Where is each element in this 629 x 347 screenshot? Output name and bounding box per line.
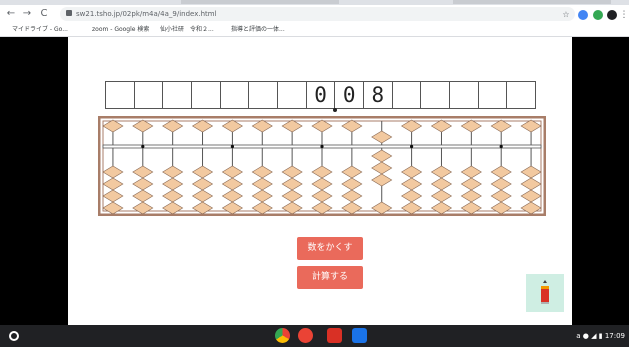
pencil-button[interactable] bbox=[526, 274, 564, 312]
digit-cell bbox=[249, 82, 279, 108]
tray-icons: a ● ◢ ▮ bbox=[576, 332, 605, 340]
digit-cell bbox=[106, 82, 135, 108]
tab[interactable] bbox=[453, 0, 611, 4]
unit-dot bbox=[499, 144, 503, 149]
digit-cell bbox=[135, 82, 164, 108]
address-bar[interactable]: sw21.tsho.jp/02pk/m4a/4a_9/index.html bbox=[60, 7, 575, 21]
unit-dot bbox=[141, 144, 145, 149]
site-icon bbox=[152, 26, 158, 32]
google-icon bbox=[84, 26, 90, 32]
web-page: 008 数をかくす 計算する bbox=[68, 37, 572, 325]
app-icon[interactable] bbox=[327, 328, 342, 343]
extension-icon[interactable] bbox=[578, 10, 588, 20]
digit-cell bbox=[450, 82, 479, 108]
browser-toolbar: ← → C sw21.tsho.jp/02pk/m4a/4a_9/index.h… bbox=[0, 5, 629, 23]
digit-cell bbox=[507, 82, 535, 108]
digit-cell bbox=[278, 82, 307, 108]
hide-number-button[interactable]: 数をかくす bbox=[297, 237, 363, 260]
digit-cell bbox=[221, 82, 250, 108]
digit-cell: 8 bbox=[364, 82, 393, 108]
bookmark[interactable]: 令和２... bbox=[190, 23, 214, 36]
os-shelf: a ● ◢ ▮ 17:09 bbox=[0, 325, 629, 347]
screencast-icon[interactable] bbox=[298, 328, 313, 343]
clock: 17:09 bbox=[604, 332, 625, 340]
bookmarks-bar: マイドライブ - Go... zoom - Google 検索 仙小社研 令和２… bbox=[0, 23, 629, 37]
number-display: 008 bbox=[105, 81, 536, 109]
doc-icon bbox=[223, 26, 229, 32]
reload-button[interactable]: C bbox=[37, 7, 51, 21]
digit-cell bbox=[163, 82, 193, 108]
extensions-puzzle-icon[interactable] bbox=[607, 10, 617, 20]
digit-cell bbox=[479, 82, 508, 108]
menu-kebab-icon[interactable]: ⋮ bbox=[619, 10, 629, 20]
status-tray[interactable]: a ● ◢ ▮ 17:09 bbox=[576, 325, 625, 347]
app-icon[interactable] bbox=[352, 328, 367, 343]
extension-icon[interactable] bbox=[593, 10, 603, 20]
digit-cell bbox=[192, 82, 221, 108]
unit-dot bbox=[230, 144, 234, 149]
unit-dot bbox=[320, 144, 324, 149]
drive-icon bbox=[4, 26, 10, 32]
unit-pointer bbox=[333, 108, 337, 112]
bookmark[interactable]: マイドライブ - Go... bbox=[4, 23, 68, 36]
digit-cell: 0 bbox=[335, 82, 365, 108]
abacus[interactable] bbox=[98, 116, 546, 216]
back-button[interactable]: ← bbox=[4, 7, 18, 21]
url-text: sw21.tsho.jp/02pk/m4a/4a_9/index.html bbox=[76, 10, 217, 18]
bookmark[interactable]: zoom - Google 検索 bbox=[84, 23, 149, 36]
star-icon[interactable]: ☆ bbox=[561, 10, 571, 20]
pencil-icon bbox=[541, 280, 549, 304]
digit-cell: 0 bbox=[307, 82, 336, 108]
chrome-icon[interactable] bbox=[275, 328, 290, 343]
lock-icon bbox=[66, 10, 72, 16]
launcher-icon[interactable] bbox=[9, 331, 19, 341]
tab[interactable] bbox=[181, 0, 339, 4]
forward-button[interactable]: → bbox=[20, 7, 34, 21]
digit-cell bbox=[393, 82, 422, 108]
bookmark[interactable]: 指導と評価の一体... bbox=[223, 23, 285, 36]
bookmark[interactable]: 仙小社研 bbox=[152, 23, 184, 36]
calculate-button[interactable]: 計算する bbox=[297, 266, 363, 289]
digit-cell bbox=[421, 82, 451, 108]
unit-dot bbox=[410, 144, 414, 149]
